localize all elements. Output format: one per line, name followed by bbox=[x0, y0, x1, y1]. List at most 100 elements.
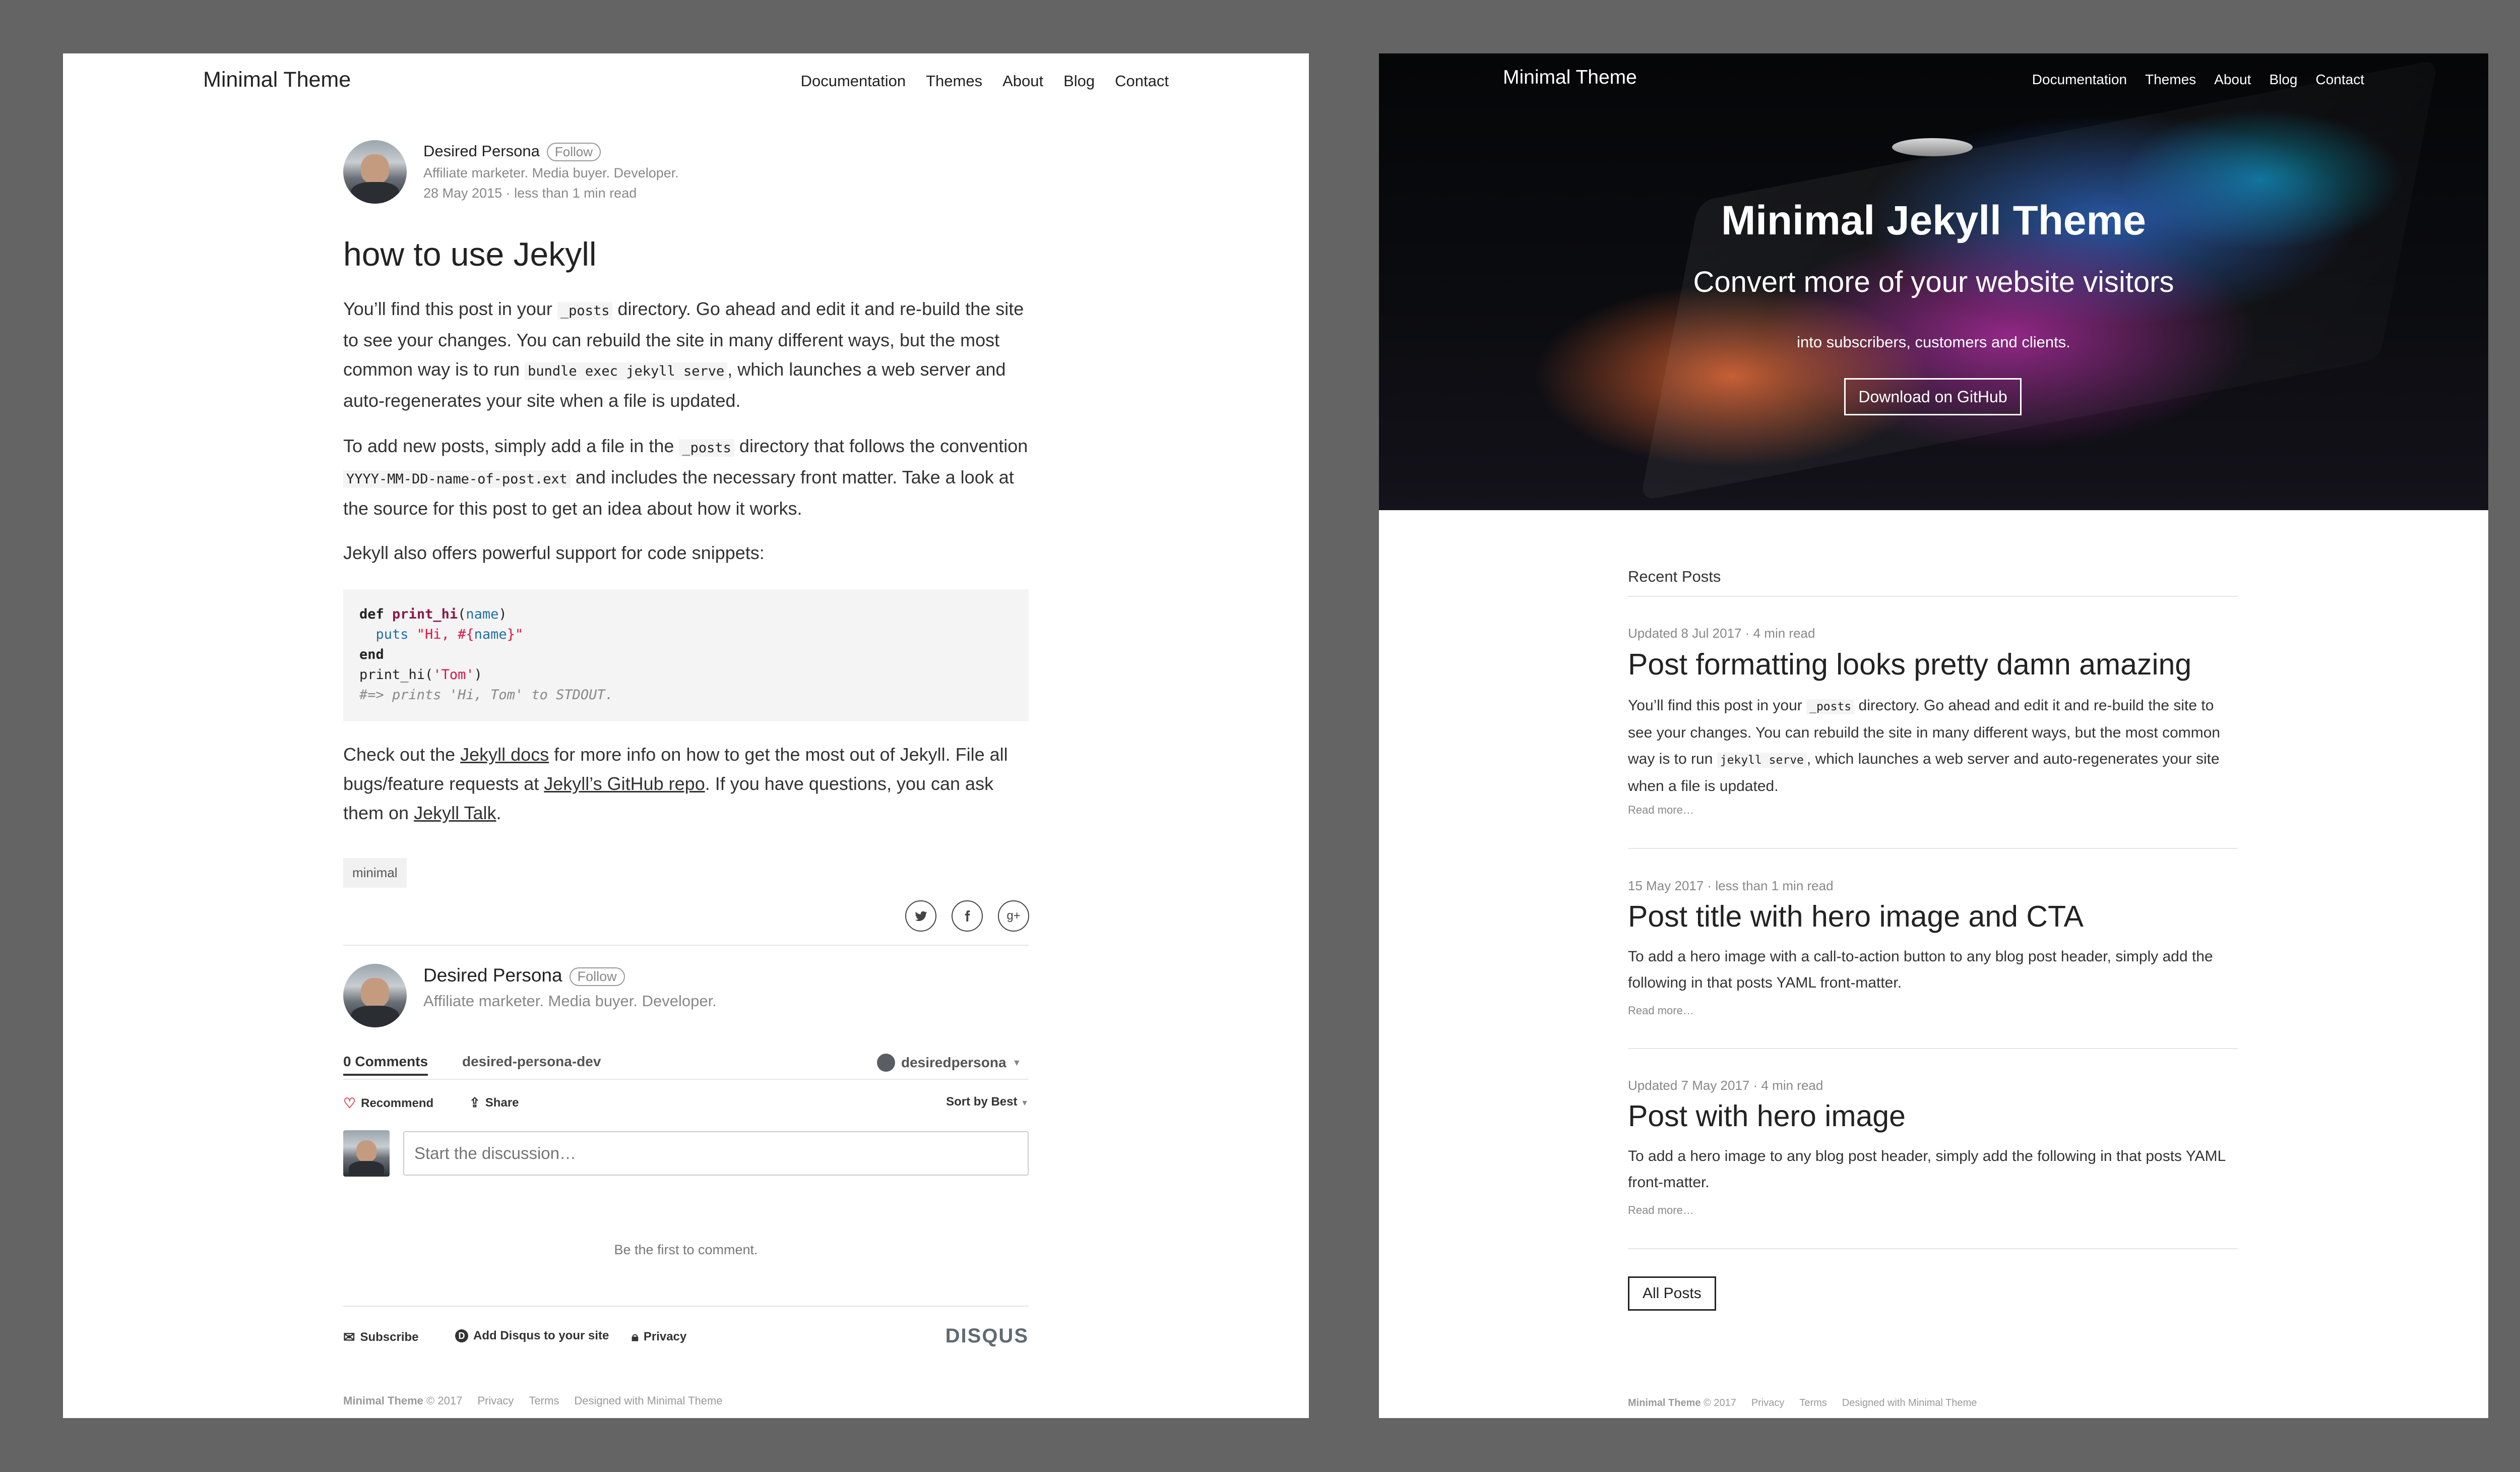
footer-terms-link[interactable]: Terms bbox=[529, 1394, 559, 1407]
post-excerpt: To add a hero image to any blog post hea… bbox=[1628, 1148, 2226, 1191]
share-label: Share bbox=[485, 1095, 519, 1110]
post-title-link[interactable]: Post with hero image bbox=[1628, 1099, 2238, 1133]
author-box-avatar[interactable] bbox=[343, 964, 407, 1027]
hero-nav-about[interactable]: About bbox=[2214, 72, 2251, 88]
comments-count-tab[interactable]: 0 Comments bbox=[343, 1054, 428, 1076]
add-disqus-link[interactable]: D Add Disqus to your site bbox=[455, 1329, 609, 1343]
post-divider bbox=[1628, 1248, 2238, 1249]
twitter-share-button[interactable] bbox=[905, 900, 936, 932]
subscribe-label: Subscribe bbox=[360, 1330, 419, 1344]
facebook-icon bbox=[965, 910, 970, 922]
inline-code: _posts bbox=[557, 302, 613, 320]
recommend-button[interactable]: ♡ Recommend bbox=[343, 1095, 433, 1112]
nav-about[interactable]: About bbox=[1002, 72, 1043, 90]
envelope-icon: ✉ bbox=[343, 1329, 355, 1345]
privacy-link[interactable]: 🔒︎ Privacy bbox=[632, 1329, 686, 1345]
footer-terms-link[interactable]: Terms bbox=[1799, 1397, 1826, 1409]
share-icon: ⇪ bbox=[469, 1095, 480, 1110]
post-paragraph-3: Jekyll also offers powerful support for … bbox=[343, 542, 765, 563]
read-more-link[interactable]: Read more… bbox=[1628, 804, 2238, 817]
follow-button[interactable]: Follow bbox=[546, 143, 601, 162]
nav-contact[interactable]: Contact bbox=[1115, 72, 1169, 90]
hero-title: Minimal Jekyll Theme bbox=[1721, 198, 2147, 243]
hero-site-brand[interactable]: Minimal Theme bbox=[1503, 67, 1637, 89]
disqus-d-icon: D bbox=[455, 1329, 468, 1342]
facebook-share-button[interactable] bbox=[952, 900, 983, 932]
nav-documentation[interactable]: Documentation bbox=[801, 72, 906, 90]
site-brand[interactable]: Minimal Theme bbox=[203, 68, 351, 92]
subscribe-link[interactable]: ✉ Subscribe bbox=[343, 1329, 419, 1345]
author-box-bio: Affiliate marketer. Media buyer. Develop… bbox=[423, 992, 717, 1010]
read-more-link[interactable]: Read more… bbox=[1628, 1004, 2238, 1017]
jekyll-docs-link[interactable]: Jekyll docs bbox=[460, 744, 549, 765]
user-avatar bbox=[877, 1054, 895, 1072]
privacy-label: Privacy bbox=[643, 1330, 687, 1343]
hero-banner: Minimal Theme Documentation Themes About… bbox=[1379, 53, 2488, 510]
author-bio: Affiliate marketer. Media buyer. Develop… bbox=[423, 165, 679, 180]
post-title: how to use Jekyll bbox=[343, 235, 597, 273]
post-tag[interactable]: minimal bbox=[343, 858, 407, 888]
main-nav: Documentation Themes About Blog Contact bbox=[801, 72, 1169, 90]
chevron-down-icon: ▼ bbox=[1021, 1099, 1029, 1108]
commenter-avatar bbox=[343, 1130, 390, 1177]
author-avatar[interactable] bbox=[343, 140, 407, 204]
read-more-link[interactable]: Read more… bbox=[1628, 1204, 2238, 1217]
hero-nav-contact[interactable]: Contact bbox=[2316, 72, 2365, 88]
disqus-logo[interactable]: DISQUS bbox=[946, 1325, 1029, 1347]
sort-label: Sort by Best bbox=[946, 1095, 1018, 1109]
post-meta: Updated 8 Jul 2017 · 4 min read bbox=[1628, 626, 1815, 641]
inline-code: bundle exec jekyll serve bbox=[525, 362, 728, 380]
site-footer: Minimal Theme © 2017 Privacy Terms Desig… bbox=[343, 1394, 723, 1407]
apple-logo-shape bbox=[1892, 138, 1973, 156]
post-meta: 28 May 2015 · less than 1 min read bbox=[423, 186, 637, 201]
sort-dropdown[interactable]: Sort by Best ▼ bbox=[946, 1095, 1029, 1109]
recommend-label: Recommend bbox=[361, 1096, 434, 1110]
footer-privacy-link[interactable]: Privacy bbox=[1751, 1397, 1785, 1409]
google-plus-share-button[interactable]: g+ bbox=[998, 900, 1029, 932]
author-name[interactable]: Desired Persona bbox=[423, 142, 540, 160]
jekyll-github-link[interactable]: Jekyll’s GitHub repo bbox=[544, 773, 705, 794]
hero-nav-documentation[interactable]: Documentation bbox=[2032, 72, 2127, 88]
footer-designed-link[interactable]: Designed with Minimal Theme bbox=[574, 1394, 722, 1407]
hero-nav: Documentation Themes About Blog Contact bbox=[2032, 72, 2364, 88]
hero-nav-blog[interactable]: Blog bbox=[2269, 72, 2297, 88]
nav-blog[interactable]: Blog bbox=[1063, 72, 1095, 90]
post-excerpt: To add a hero image with a call-to-actio… bbox=[1628, 948, 2213, 991]
post-meta: 15 May 2017 · less than 1 min read bbox=[1628, 878, 1834, 893]
jekyll-talk-link[interactable]: Jekyll Talk bbox=[414, 803, 496, 823]
hero-subtitle: Convert more of your website visitors bbox=[1693, 266, 2174, 298]
inline-code: YYYY-MM-DD-name-of-post.ext bbox=[343, 470, 571, 488]
add-disqus-label: Add Disqus to your site bbox=[473, 1329, 609, 1342]
home-page-preview: Minimal Theme Documentation Themes About… bbox=[1379, 53, 2488, 1418]
footer-privacy-link[interactable]: Privacy bbox=[477, 1394, 514, 1407]
footer-copyright: Minimal Theme © 2017 bbox=[1628, 1397, 1736, 1408]
chevron-down-icon: ▼ bbox=[1012, 1057, 1022, 1068]
hero-nav-themes[interactable]: Themes bbox=[2145, 72, 2196, 88]
hero-tagline: into subscribers, customers and clients. bbox=[1797, 333, 2070, 351]
post-paragraph-1: You’ll find this post in your _posts dir… bbox=[343, 298, 1024, 411]
disqus-footer-divider bbox=[343, 1306, 1029, 1307]
recent-posts-heading: Recent Posts bbox=[1628, 568, 1721, 585]
post-paragraph-4: Check out the Jekyll docs for more info … bbox=[343, 744, 1008, 823]
download-github-button[interactable]: Download on GitHub bbox=[1844, 378, 2022, 415]
footer-copyright: Minimal Theme © 2017 bbox=[343, 1394, 463, 1407]
author-header: Desired Persona Follow bbox=[423, 142, 601, 162]
post-page-preview: Minimal Theme Documentation Themes About… bbox=[63, 53, 1309, 1418]
author-box-name[interactable]: Desired Persona bbox=[423, 965, 562, 986]
heart-icon: ♡ bbox=[343, 1095, 356, 1111]
post-title-link[interactable]: Post title with hero image and CTA bbox=[1628, 899, 2238, 934]
post-divider bbox=[1628, 1048, 2238, 1049]
author-box-follow-button[interactable]: Follow bbox=[569, 967, 625, 986]
recent-posts-divider bbox=[1628, 596, 2238, 597]
disqus-user-menu[interactable]: desiredpersona ▼ bbox=[877, 1054, 1021, 1072]
footer-designed-link[interactable]: Designed with Minimal Theme bbox=[1842, 1397, 1977, 1409]
community-tab[interactable]: desired-persona-dev bbox=[462, 1054, 601, 1070]
empty-comments-message: Be the first to comment. bbox=[614, 1242, 758, 1257]
comment-input[interactable] bbox=[403, 1131, 1029, 1176]
code-block: def print_hi(name) puts "Hi, #{name}" en… bbox=[343, 589, 1029, 721]
inline-code: _posts bbox=[1806, 699, 1855, 714]
all-posts-button[interactable]: All Posts bbox=[1628, 1276, 1716, 1311]
post-title-link[interactable]: Post formatting looks pretty damn amazin… bbox=[1628, 647, 2238, 682]
share-button[interactable]: ⇪ Share bbox=[469, 1095, 519, 1111]
nav-themes[interactable]: Themes bbox=[926, 72, 982, 90]
